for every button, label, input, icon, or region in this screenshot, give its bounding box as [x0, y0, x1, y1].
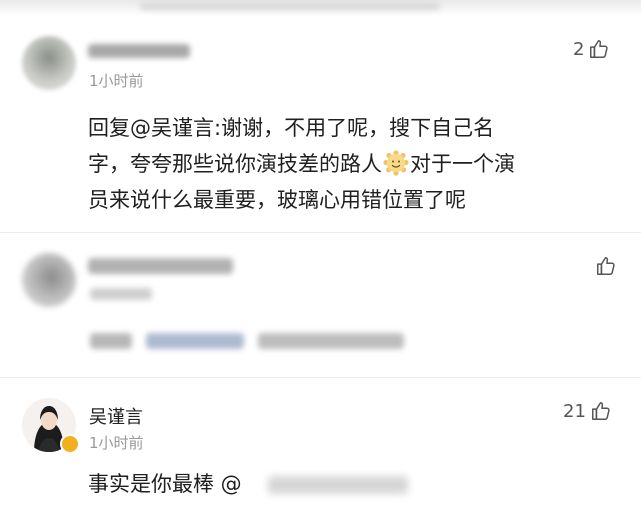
like-button[interactable]: 21 [563, 400, 612, 422]
blurred-username[interactable] [88, 258, 233, 274]
comment-line-1: 事实是你最棒 @ [88, 472, 242, 496]
like-count: 2 [573, 38, 585, 60]
username[interactable]: 吴谨言 [89, 403, 143, 429]
smiling-face-icon [383, 150, 409, 176]
blurred-text-segment [258, 333, 404, 349]
comment-line-2a: 字，夸夸那些说你演技差的路人 [88, 152, 382, 176]
divider [0, 232, 641, 233]
avatar[interactable] [22, 36, 76, 90]
like-button[interactable]: 2 [573, 38, 610, 60]
mention-link[interactable]: @吴谨言 [130, 116, 214, 140]
thumbs-up-icon [595, 255, 617, 277]
divider [0, 377, 641, 378]
blurred-text-segment [90, 333, 132, 349]
blurred-username[interactable] [88, 44, 190, 58]
reply-prefix: 回复 [88, 116, 130, 140]
blurred-previous-text [140, 2, 440, 10]
thumbs-up-icon [588, 38, 610, 60]
like-count: 21 [563, 400, 586, 422]
blurred-mention-segment [146, 333, 244, 349]
blurred-mention [268, 476, 408, 494]
comment-line-2b: 对于一个演 [410, 152, 515, 176]
comment-text: 回复@吴谨言:谢谢，不用了呢，搜下自己名 字，夸夸那些说你演技差的路人 对于一个… [88, 110, 608, 218]
comment-line-3: 员来说什么最重要，玻璃心用错位置了呢 [88, 188, 466, 212]
verified-badge-icon [60, 434, 80, 454]
comment-text: 事实是你最棒 @ [88, 466, 242, 502]
comment-time: 1小时前 [89, 434, 144, 452]
comment-line-1: :谢谢，不用了呢，搜下自己名 [214, 116, 495, 140]
blurred-time [90, 288, 152, 300]
thumbs-up-icon [590, 400, 612, 422]
previous-comment-fade [0, 0, 641, 16]
avatar[interactable] [22, 253, 76, 307]
like-button[interactable] [591, 255, 617, 277]
comment-time: 1小时前 [89, 72, 144, 90]
